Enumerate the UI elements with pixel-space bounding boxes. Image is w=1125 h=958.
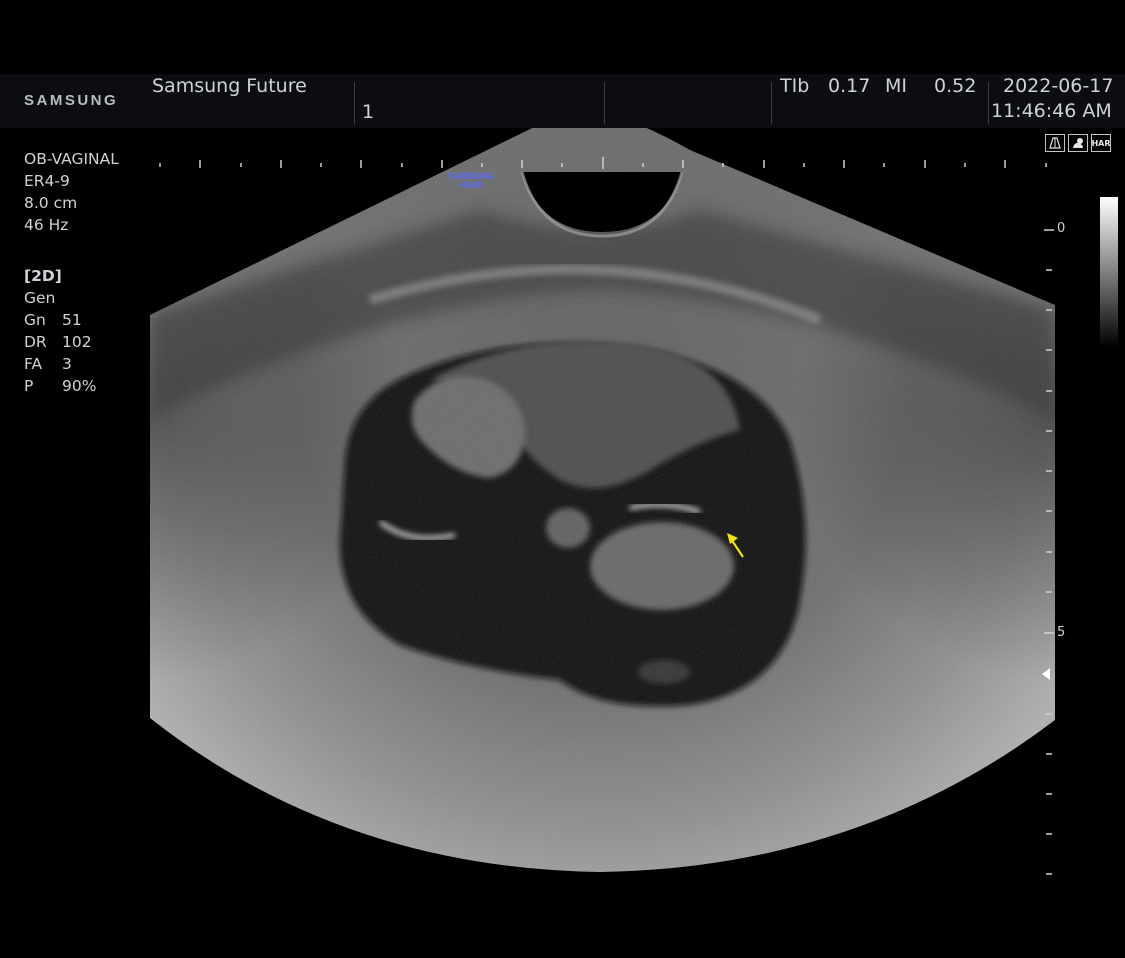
power-value: 90% <box>62 377 97 395</box>
fa-label: FA <box>24 355 43 373</box>
power-row: P 90% <box>24 375 96 397</box>
institution-name: Samsung Future <box>152 75 307 97</box>
focus-marker[interactable] <box>1042 668 1050 680</box>
profile-label: Gen <box>24 289 56 307</box>
gain-value: 51 <box>62 311 82 329</box>
mi-value: 0.52 <box>934 75 977 97</box>
tib-label: TIb <box>780 75 810 97</box>
exam-date: 2022-06-17 <box>1003 75 1114 97</box>
header-separator <box>771 82 772 124</box>
gain-row: Gn 51 <box>24 309 96 331</box>
fa-value: 3 <box>62 355 72 373</box>
probe-tag: SAMSUNG HS40 <box>440 172 502 190</box>
imaging-params: [2D] Gen Gn 51 DR 102 FA 3 P 90% <box>24 265 96 397</box>
dr-label: DR <box>24 333 47 351</box>
dr-value: 102 <box>62 333 92 351</box>
needle-guide-icon[interactable] <box>1045 134 1065 152</box>
depth-label-top: 0 <box>1057 221 1066 236</box>
depth-label-mid: 5 <box>1057 625 1066 640</box>
mode-label: [2D] <box>24 267 62 285</box>
patient-field[interactable]: 1 <box>362 101 374 123</box>
grayscale-bar <box>1100 197 1118 347</box>
dr-row: DR 102 <box>24 331 96 353</box>
depth-label: 8.0 cm <box>24 194 78 212</box>
tib-value: 0.17 <box>828 75 871 97</box>
har-icon[interactable]: HAR <box>1091 134 1111 152</box>
frame-rate-label: 46 Hz <box>24 216 69 234</box>
power-label: P <box>24 377 34 395</box>
ultrasound-image <box>150 110 1055 875</box>
mi-label: MI <box>885 75 907 97</box>
fa-row: FA 3 <box>24 353 96 375</box>
lateral-scale <box>159 157 1047 169</box>
exam-time: 11:46:46 AM <box>991 100 1112 122</box>
mode-icons: HAR <box>1045 134 1111 152</box>
header-separator <box>354 82 355 124</box>
header-separator <box>988 82 989 124</box>
brand-logo: SAMSUNG <box>24 92 119 109</box>
probe-label: ER4-9 <box>24 172 70 190</box>
probe-info: OB-VAGINAL ER4-9 8.0 cm 46 Hz <box>24 148 119 236</box>
fetus-icon[interactable] <box>1068 134 1088 152</box>
header-separator <box>604 82 605 124</box>
probe-tag-model: HS40 <box>459 180 483 190</box>
gain-label: Gn <box>24 311 46 329</box>
preset-label: OB-VAGINAL <box>24 150 119 168</box>
